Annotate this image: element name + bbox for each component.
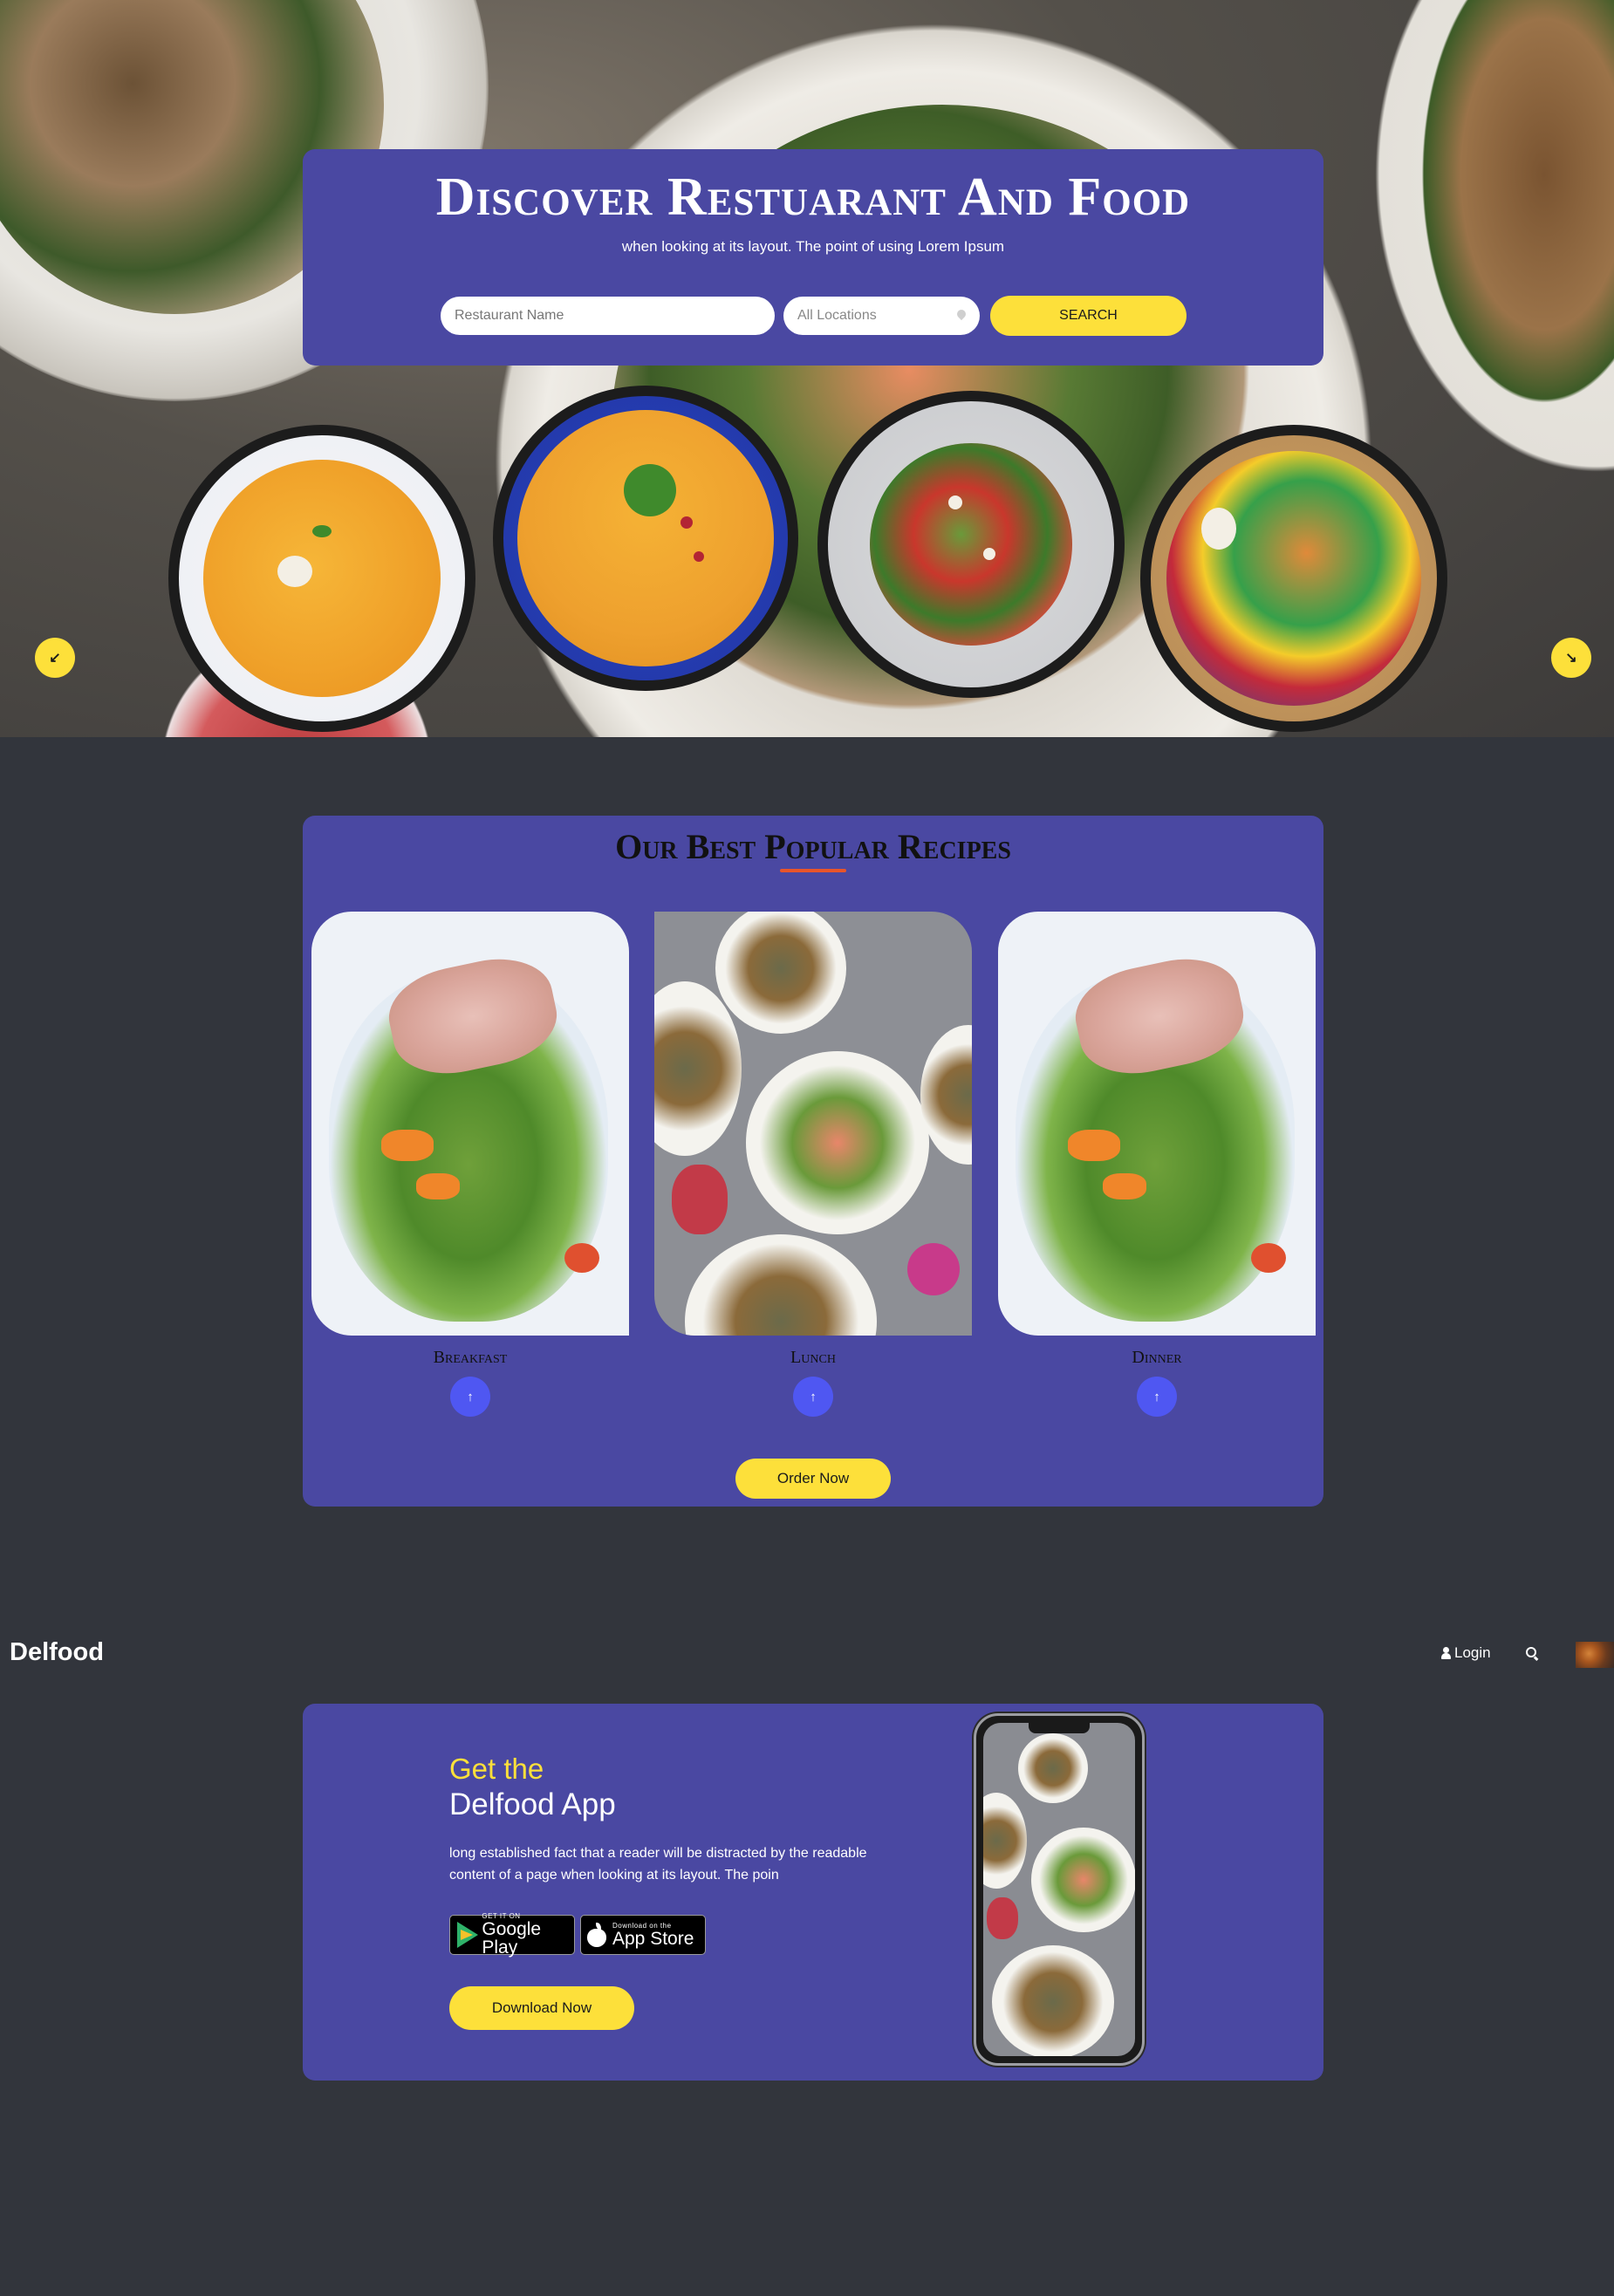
recipe-card-lunch[interactable]: Lunch ↑	[654, 912, 972, 1417]
garnish	[983, 548, 995, 560]
recipe-image	[654, 912, 972, 1336]
search-panel: Discover Restuarant And Food when lookin…	[303, 149, 1323, 366]
arrow-up-icon: ↑	[467, 1389, 474, 1404]
download-now-button[interactable]: Download Now	[449, 1986, 634, 2030]
hero-subtitle: when looking at its layout. The point of…	[621, 238, 1005, 255]
navbar: Delfood Login	[0, 1630, 1614, 1678]
garnish	[277, 556, 312, 587]
order-now-button[interactable]: Order Now	[735, 1459, 891, 1499]
google-play-icon	[455, 1922, 479, 1948]
recipe-expand-button[interactable]: ↑	[793, 1377, 833, 1417]
carrot	[381, 1130, 434, 1161]
recipe-label: Lunch	[790, 1348, 836, 1367]
phone-mockup	[974, 1713, 1145, 2066]
garnish	[680, 516, 693, 529]
popular-recipes-section: Our Best Popular Recipes Breakfast ↑ Lun…	[303, 816, 1323, 1507]
app-description: long established fact that a reader will…	[449, 1846, 867, 1883]
location-select[interactable]: All Locations	[783, 297, 980, 335]
garnish	[624, 464, 676, 516]
garnish	[694, 551, 704, 562]
search-form: Restaurant Name All Locations SEARCH	[441, 296, 1187, 336]
login-link[interactable]: Login	[1441, 1644, 1491, 1662]
hero-section: Discover Restuarant And Food when lookin…	[0, 0, 1614, 737]
carousel-dish[interactable]	[1140, 425, 1447, 732]
tomato	[1251, 1243, 1286, 1273]
recipe-image	[311, 912, 629, 1336]
app-promo-section: Get the Delfood App long established fac…	[303, 1704, 1323, 2081]
google-play-text: GET IT ON Google Play	[482, 1913, 569, 1958]
app-heading-accent: Get the	[449, 1753, 544, 1785]
brand-logo[interactable]: Delfood	[10, 1638, 104, 1667]
drink-glass	[672, 1165, 728, 1234]
plate	[685, 1234, 877, 1336]
flowers	[907, 1243, 960, 1295]
app-store-text: Download on the App Store	[612, 1922, 694, 1949]
restaurant-name-input[interactable]: Restaurant Name	[441, 297, 775, 335]
recipe-card-dinner[interactable]: Dinner ↑	[998, 912, 1316, 1417]
dish-bowl	[1166, 451, 1421, 706]
recipe-expand-button[interactable]: ↑	[450, 1377, 490, 1417]
apple-icon	[586, 1923, 607, 1947]
carousel-dish[interactable]	[493, 386, 798, 691]
recipe-label: Breakfast	[433, 1348, 508, 1367]
app-store-big: App Store	[612, 1928, 694, 1949]
app-store-badge[interactable]: Download on the App Store	[580, 1915, 706, 1955]
arrow-down-left-icon: ↙	[49, 651, 61, 666]
carrot	[1103, 1173, 1146, 1199]
carousel-prev-button[interactable]: ↙	[35, 638, 75, 678]
carousel-next-button[interactable]: ↘	[1551, 638, 1591, 678]
search-button[interactable]: SEARCH	[990, 296, 1187, 336]
tomato	[564, 1243, 599, 1273]
restaurant-name-placeholder: Restaurant Name	[455, 308, 564, 323]
carrot	[1068, 1130, 1120, 1161]
location-pin-icon	[957, 310, 966, 322]
arrow-up-icon: ↑	[1153, 1389, 1160, 1404]
dish-salad	[870, 443, 1072, 646]
garnish	[1201, 508, 1236, 550]
garnish	[312, 525, 332, 537]
phone-screen	[983, 1723, 1135, 2056]
plate	[992, 1945, 1114, 2056]
avatar[interactable]	[1576, 1642, 1614, 1668]
drink-glass	[987, 1897, 1018, 1939]
plate	[746, 1051, 929, 1234]
google-play-badge[interactable]: GET IT ON Google Play	[449, 1913, 575, 1958]
arrow-up-icon: ↑	[810, 1389, 817, 1404]
app-heading: Delfood App	[449, 1787, 616, 1821]
recipes-title: Our Best Popular Recipes	[615, 827, 1011, 866]
dish-soup	[517, 410, 774, 666]
search-icon[interactable]	[1526, 1647, 1538, 1659]
user-icon	[1441, 1647, 1451, 1659]
arrow-down-right-icon: ↘	[1565, 651, 1577, 666]
carousel-dish[interactable]	[817, 391, 1125, 698]
plate	[1018, 1733, 1088, 1803]
hero-title: Discover Restuarant And Food	[435, 167, 1191, 227]
dish-soup	[203, 460, 441, 697]
plate	[983, 1793, 1027, 1889]
garnish	[948, 495, 962, 509]
recipe-card-breakfast[interactable]: Breakfast ↑	[311, 912, 629, 1417]
plate	[715, 912, 846, 1034]
login-label: Login	[1454, 1644, 1491, 1661]
plate	[1031, 1828, 1135, 1932]
recipe-expand-button[interactable]: ↑	[1137, 1377, 1177, 1417]
recipe-image	[998, 912, 1316, 1336]
recipe-label: Dinner	[1132, 1348, 1182, 1367]
title-underline	[780, 869, 846, 872]
store-badges: GET IT ON Google Play Download on the Ap…	[449, 1913, 706, 1958]
carousel-dish[interactable]	[168, 425, 475, 732]
carrot	[416, 1173, 460, 1199]
phone-notch	[1029, 1723, 1090, 1733]
location-select-value: All Locations	[797, 308, 877, 323]
google-play-big: Google Play	[482, 1919, 542, 1958]
